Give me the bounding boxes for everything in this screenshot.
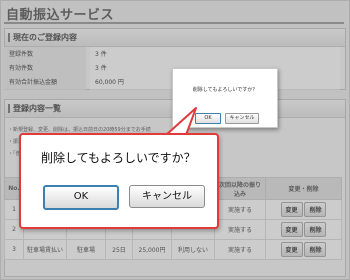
cancel-button[interactable]: キャンセル xyxy=(225,113,259,124)
cancel-button[interactable]: キャンセル xyxy=(129,185,205,208)
confirm-dialog: 削除してもよろしいですか？ OK キャンセル xyxy=(172,68,278,128)
ok-button[interactable]: OK xyxy=(195,113,221,124)
confirm-message: 削除してもよろしいですか？ xyxy=(192,87,258,93)
confirm-message: 削除してもよろしいですか？ xyxy=(41,151,196,165)
confirm-dialog-zoom: 削除してもよろしいですか？ OK キャンセル xyxy=(19,133,219,229)
ok-button[interactable]: OK xyxy=(43,185,119,210)
